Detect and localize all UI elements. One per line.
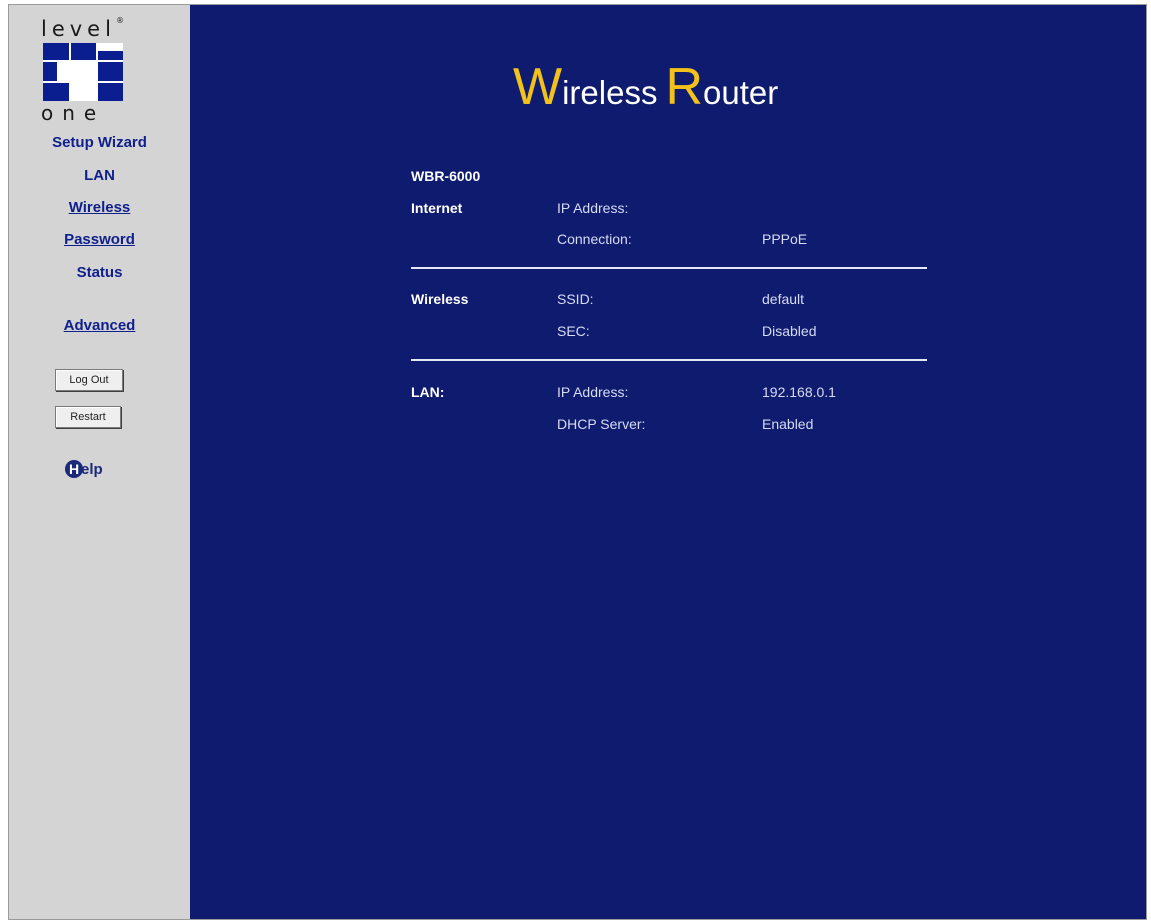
- logo-grid-icon: [43, 43, 123, 101]
- page-title: Wireless Router: [513, 58, 779, 116]
- logo-word-top: level®: [41, 16, 124, 41]
- lan-ip-value: 192.168.0.1: [762, 384, 836, 400]
- nav-wireless[interactable]: Wireless: [9, 199, 190, 216]
- nav-status[interactable]: Status: [9, 264, 190, 281]
- wireless-sec-value: Disabled: [762, 323, 817, 339]
- nav-advanced[interactable]: Advanced: [9, 317, 190, 334]
- browser-frame: level® one Setup Wizard LAN Wireless Pas…: [8, 4, 1147, 920]
- divider: [411, 359, 927, 361]
- wireless-heading: Wireless: [411, 291, 469, 307]
- restart-button[interactable]: Restart: [55, 406, 121, 428]
- help-button[interactable]: Help: [65, 460, 103, 484]
- internet-connection-label: Connection:: [557, 231, 632, 247]
- sidebar: level® one Setup Wizard LAN Wireless Pas…: [9, 5, 190, 919]
- main-panel: Wireless Router WBR-6000 Internet IP Addr…: [190, 5, 1146, 919]
- wireless-sec-label: SEC:: [557, 323, 590, 339]
- nav-password[interactable]: Password: [9, 231, 190, 248]
- help-label: elp: [81, 460, 103, 478]
- logout-button[interactable]: Log Out: [55, 369, 123, 391]
- model-name: WBR-6000: [411, 168, 481, 184]
- lan-ip-label: IP Address:: [557, 384, 629, 400]
- logo-word-bottom: one: [41, 101, 106, 125]
- internet-connection-value: PPPoE: [762, 231, 808, 247]
- divider: [411, 267, 927, 269]
- wireless-ssid-label: SSID:: [557, 291, 594, 307]
- wireless-ssid-value: default: [762, 291, 805, 307]
- lan-dhcp-label: DHCP Server:: [557, 416, 646, 432]
- lan-dhcp-value: Enabled: [762, 416, 814, 432]
- internet-heading: Internet: [411, 200, 463, 216]
- nav-lan[interactable]: LAN: [9, 167, 190, 184]
- levelone-logo: level® one: [39, 16, 139, 131]
- lan-heading: LAN:: [411, 384, 445, 400]
- nav-setup-wizard[interactable]: Setup Wizard: [9, 134, 190, 151]
- internet-ip-label: IP Address:: [557, 200, 629, 216]
